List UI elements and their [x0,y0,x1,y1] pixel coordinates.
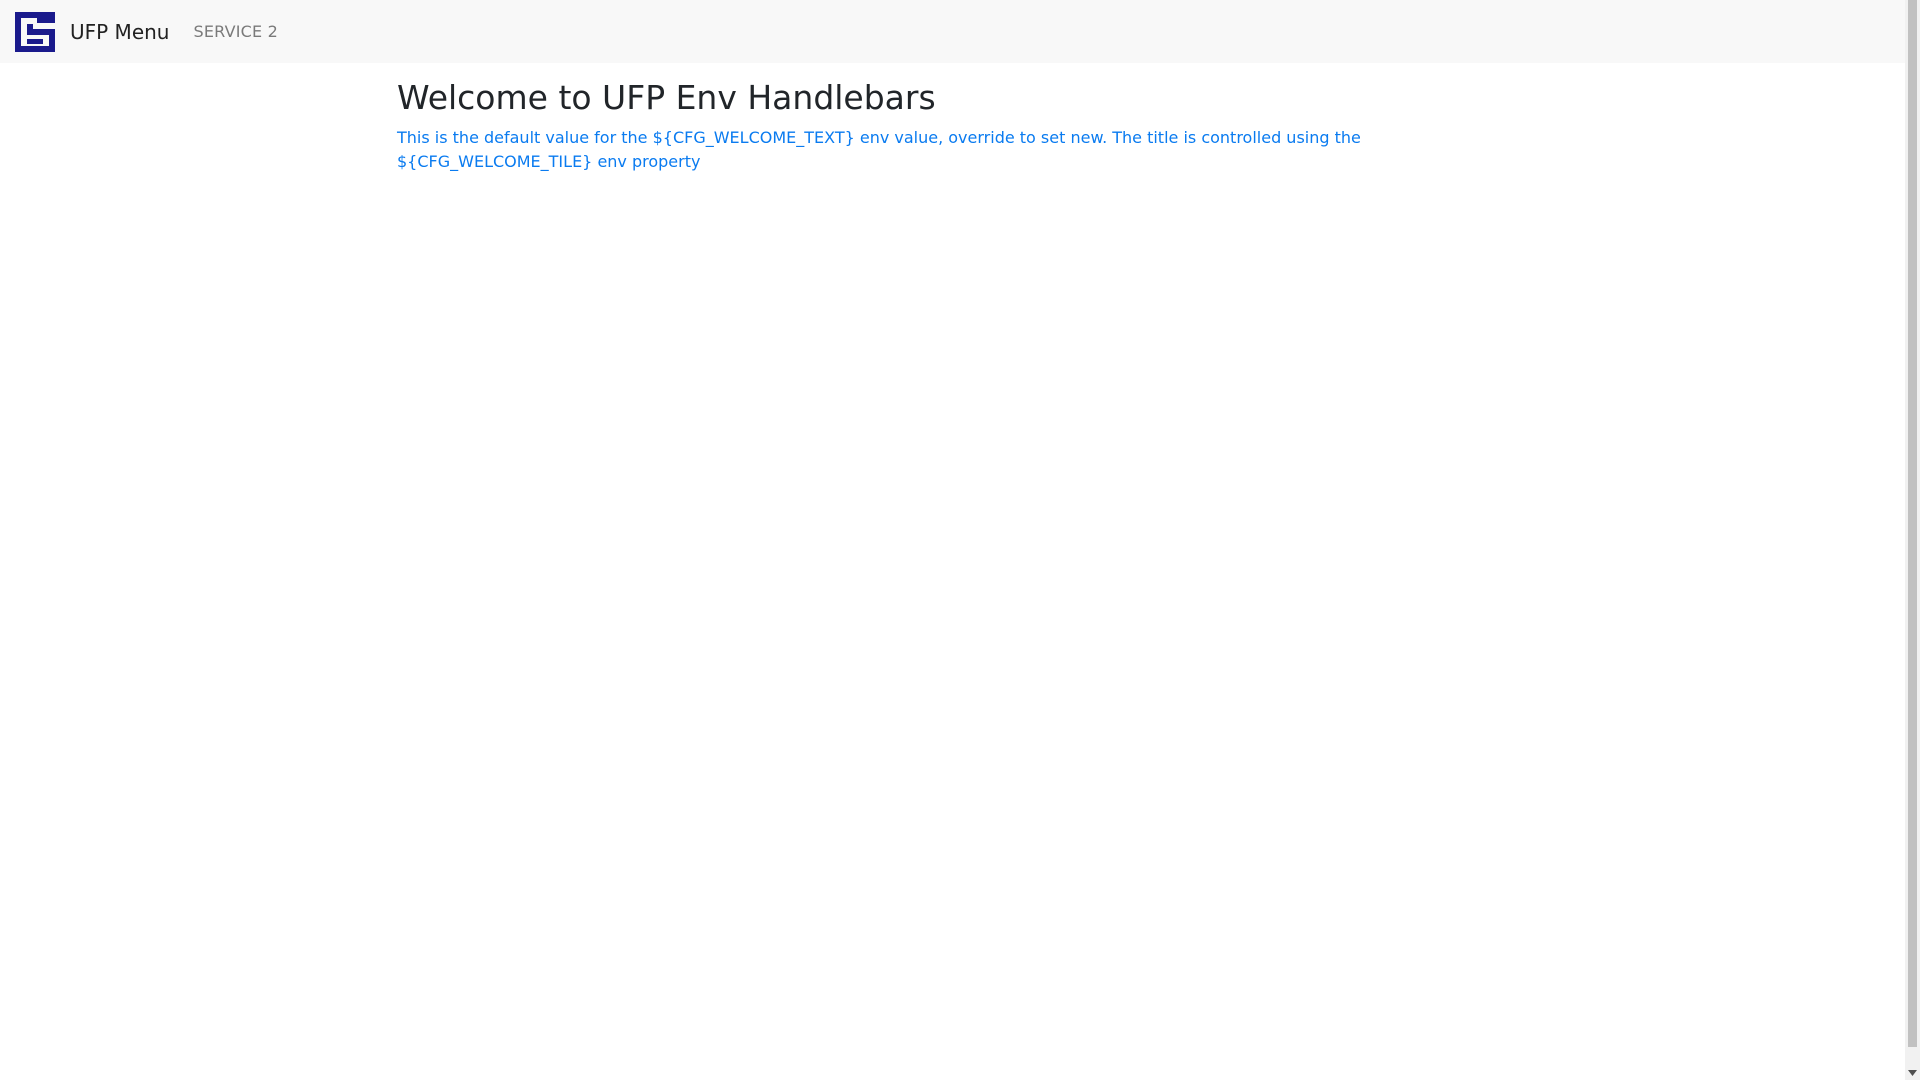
top-navbar: UFP Menu SERVICE 2 [0,0,1905,63]
brand-label: UFP Menu [70,19,170,44]
welcome-text: This is the default value for the ${CFG_… [397,128,1361,172]
scroll-down-arrow-icon[interactable] [1905,1065,1920,1080]
vertical-scrollbar[interactable] [1905,0,1920,1080]
main-content: Welcome to UFP Env Handlebars This is th… [397,63,1508,174]
brand-link[interactable]: UFP Menu [0,11,170,52]
scrollbar-thumb[interactable] [1908,0,1917,1047]
ufp-logo-icon [15,11,55,52]
page-title: Welcome to UFP Env Handlebars [397,78,936,117]
nav-link-service-2[interactable]: SERVICE 2 [193,22,278,41]
